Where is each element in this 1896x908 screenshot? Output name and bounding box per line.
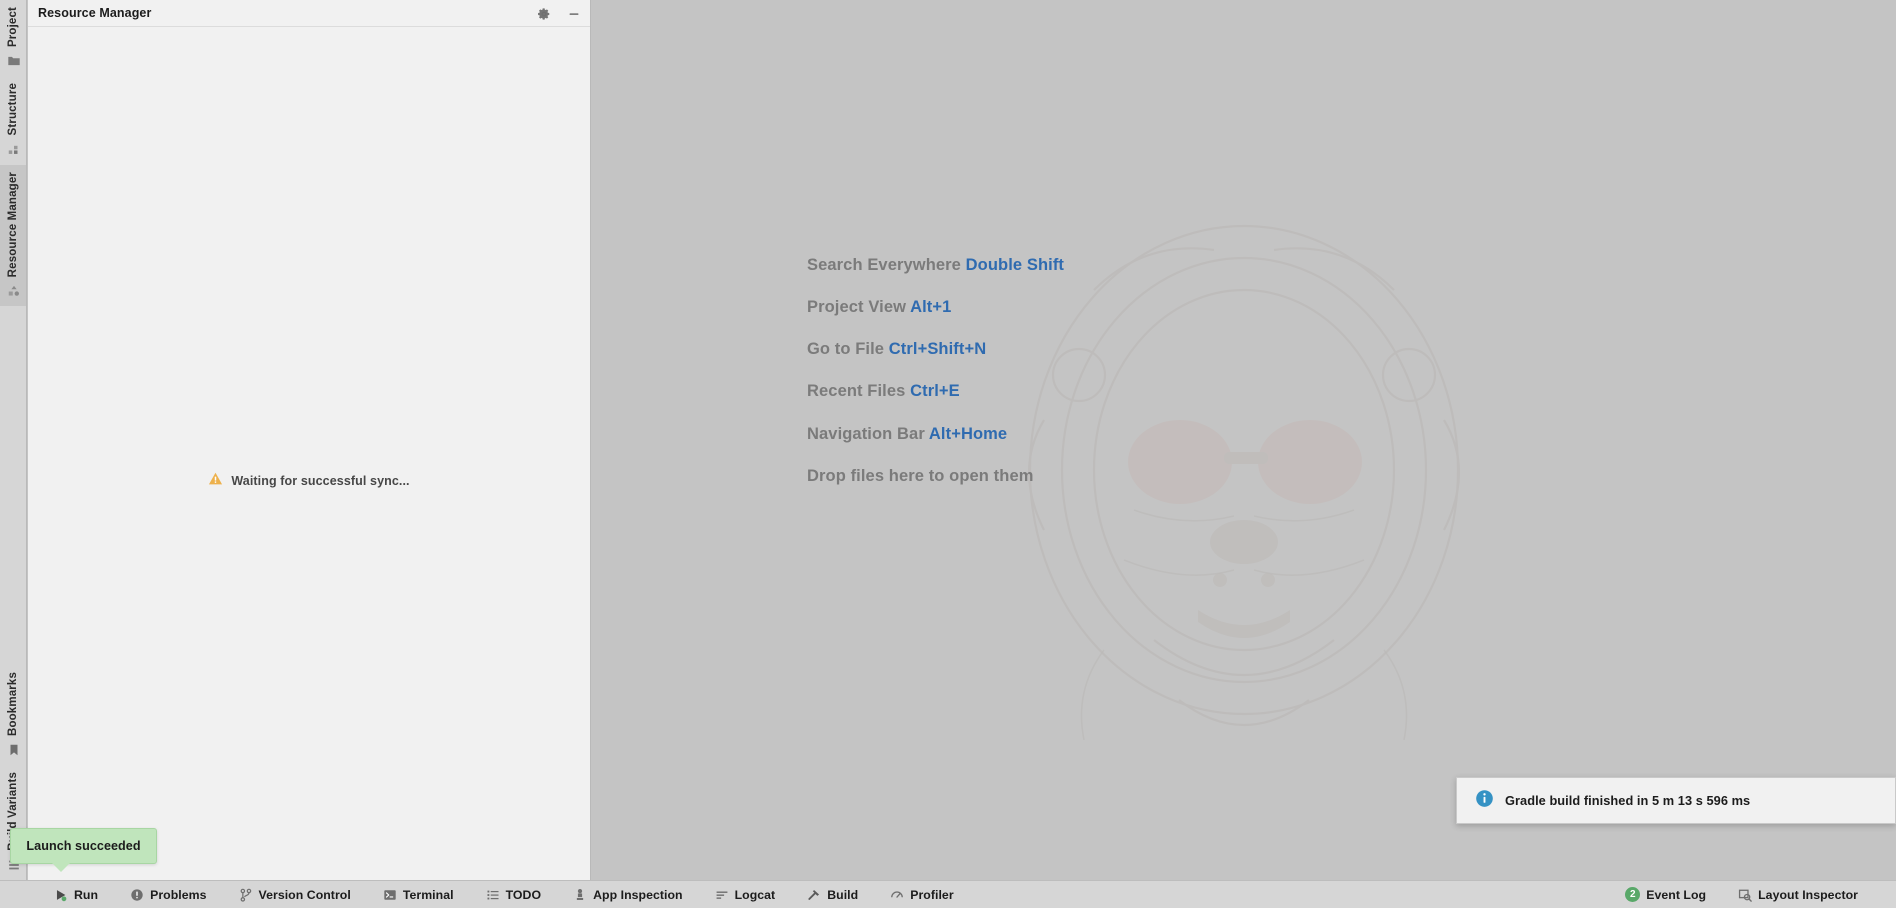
empty-state-message: Waiting for successful sync...: [231, 474, 410, 488]
welcome-tip-row: Search Everywhere Double Shift: [807, 256, 1064, 274]
bottom-bar-item-problems[interactable]: Problems: [114, 881, 222, 908]
bottom-bar-item-layout-inspector[interactable]: Layout Inspector: [1722, 881, 1874, 908]
stripe-tab-resource-manager[interactable]: Resource Manager: [0, 164, 26, 306]
bottom-bar-item-build[interactable]: Build: [791, 881, 874, 908]
bottom-bar-item-event-log[interactable]: 2 Event Log: [1609, 881, 1722, 908]
editor-welcome-area: Search Everywhere Double Shift Project Vi…: [592, 0, 1896, 880]
bottom-bar-item-label: Problems: [150, 887, 207, 902]
bottom-bar-item-label: TODO: [505, 887, 542, 902]
bottom-tool-window-bar: Run Problems Version Control Terminal TODO Ap…: [0, 880, 1896, 908]
minimize-icon[interactable]: [566, 6, 582, 22]
welcome-tip-row: Drop files here to open them: [807, 467, 1064, 485]
panel-title: Resource Manager: [38, 6, 152, 20]
bottom-bar-item-label: Profiler: [910, 887, 954, 902]
gradle-build-notification[interactable]: Gradle build finished in 5 m 13 s 596 ms: [1456, 777, 1896, 824]
bottom-bar-item-label: App Inspection: [593, 887, 683, 902]
info-circle-icon: [1475, 789, 1494, 813]
terminal-icon: [383, 888, 397, 902]
stripe-tab-label: Bookmarks: [6, 672, 19, 737]
panel-header-actions: [536, 0, 582, 27]
stripe-tab-project[interactable]: Project: [0, 0, 26, 76]
tool-stripe-top-group: Project Structure Resource Manager: [0, 0, 26, 306]
welcome-tip-shortcut: Ctrl+E: [905, 382, 960, 401]
bottom-bar-item-version-control[interactable]: Version Control: [223, 881, 367, 908]
warning-triangle-icon: [208, 471, 223, 491]
bottom-bar-item-label: Terminal: [402, 887, 454, 902]
empty-state: Waiting for successful sync...: [28, 471, 590, 491]
event-log-badge: 2: [1625, 887, 1641, 902]
bookmark-icon: [7, 743, 21, 757]
welcome-tip-label: Drop files here to open them: [807, 466, 1034, 485]
welcome-tip-shortcut: Alt+Home: [924, 424, 1008, 443]
bottom-bar-item-label: Run: [74, 887, 99, 902]
gradle-notification-text: Gradle build finished in 5 m 13 s 596 ms: [1505, 793, 1751, 808]
welcome-tip-row: Navigation Bar Alt+Home: [807, 425, 1064, 443]
bottom-bar-item-label: Build: [827, 887, 859, 902]
welcome-tip-label: Go to File: [807, 340, 885, 359]
stripe-tab-structure[interactable]: Structure: [0, 76, 26, 164]
welcome-tips-list: Search Everywhere Double Shift Project Vi…: [807, 256, 1064, 485]
version-control-icon: [239, 888, 253, 902]
bottom-bar-right-group: 2 Event Log Layout Inspector: [1609, 881, 1874, 908]
welcome-tip-label: Search Everywhere: [807, 256, 961, 274]
todo-icon: [486, 888, 500, 902]
resource-manager-icon: [7, 284, 21, 298]
welcome-tip-row: Recent Files Ctrl+E: [807, 382, 1064, 400]
left-tool-stripe: Project Structure Resource Manager Bookmar…: [0, 0, 27, 880]
welcome-tip-shortcut: Double Shift: [960, 256, 1065, 274]
launch-succeeded-tooltip[interactable]: Launch succeeded: [10, 828, 157, 864]
layout-inspector-icon: [1738, 888, 1752, 902]
app-inspection-icon: [573, 888, 587, 902]
tooltip-tail: [52, 863, 70, 872]
resource-manager-body: Waiting for successful sync...: [28, 27, 590, 880]
welcome-tip-label: Recent Files: [807, 382, 906, 401]
stripe-tab-label: Project: [6, 7, 19, 48]
bottom-bar-item-label: Version Control: [258, 887, 351, 902]
welcome-tip-shortcut: Alt+1: [906, 298, 952, 317]
resource-manager-header: Resource Manager: [28, 0, 590, 27]
bottom-bar-item-profiler[interactable]: Profiler: [874, 881, 969, 908]
welcome-tip-row: Project View Alt+1: [807, 298, 1064, 316]
logcat-icon: [715, 888, 729, 902]
bottom-bar-left-group: Run Problems Version Control Terminal TODO Ap…: [38, 881, 970, 908]
android-studio-window: Project Structure Resource Manager Bookmar…: [0, 0, 1896, 908]
problems-icon: [130, 888, 144, 902]
resource-manager-panel: Resource Manager Waiting for successful …: [28, 0, 591, 880]
bottom-bar-item-run[interactable]: Run: [38, 881, 114, 908]
launch-succeeded-text: Launch succeeded: [26, 839, 141, 853]
profiler-icon: [890, 888, 904, 902]
bottom-bar-item-label: Event Log: [1646, 887, 1707, 902]
bottom-bar-item-todo[interactable]: TODO: [470, 881, 558, 908]
stripe-tab-label: Structure: [6, 83, 19, 136]
run-icon: [54, 888, 68, 902]
build-icon: [807, 888, 821, 902]
bottom-bar-item-label: Layout Inspector: [1758, 887, 1858, 902]
welcome-tip-row: Go to File Ctrl+Shift+N: [807, 340, 1064, 358]
bottom-bar-item-label: Logcat: [734, 887, 776, 902]
folder-icon: [7, 54, 21, 68]
structure-icon: [7, 143, 21, 157]
welcome-tip-label: Project View: [807, 298, 907, 317]
bottom-bar-item-app-inspection[interactable]: App Inspection: [557, 881, 699, 908]
gear-icon[interactable]: [536, 6, 552, 22]
stripe-tab-label: Resource Manager: [6, 171, 19, 277]
welcome-tip-shortcut: Ctrl+Shift+N: [884, 340, 987, 359]
welcome-tip-label: Navigation Bar: [807, 424, 925, 443]
bottom-bar-item-terminal[interactable]: Terminal: [367, 881, 470, 908]
bottom-bar-item-logcat[interactable]: Logcat: [699, 881, 792, 908]
stripe-tab-bookmarks[interactable]: Bookmarks: [0, 665, 26, 765]
